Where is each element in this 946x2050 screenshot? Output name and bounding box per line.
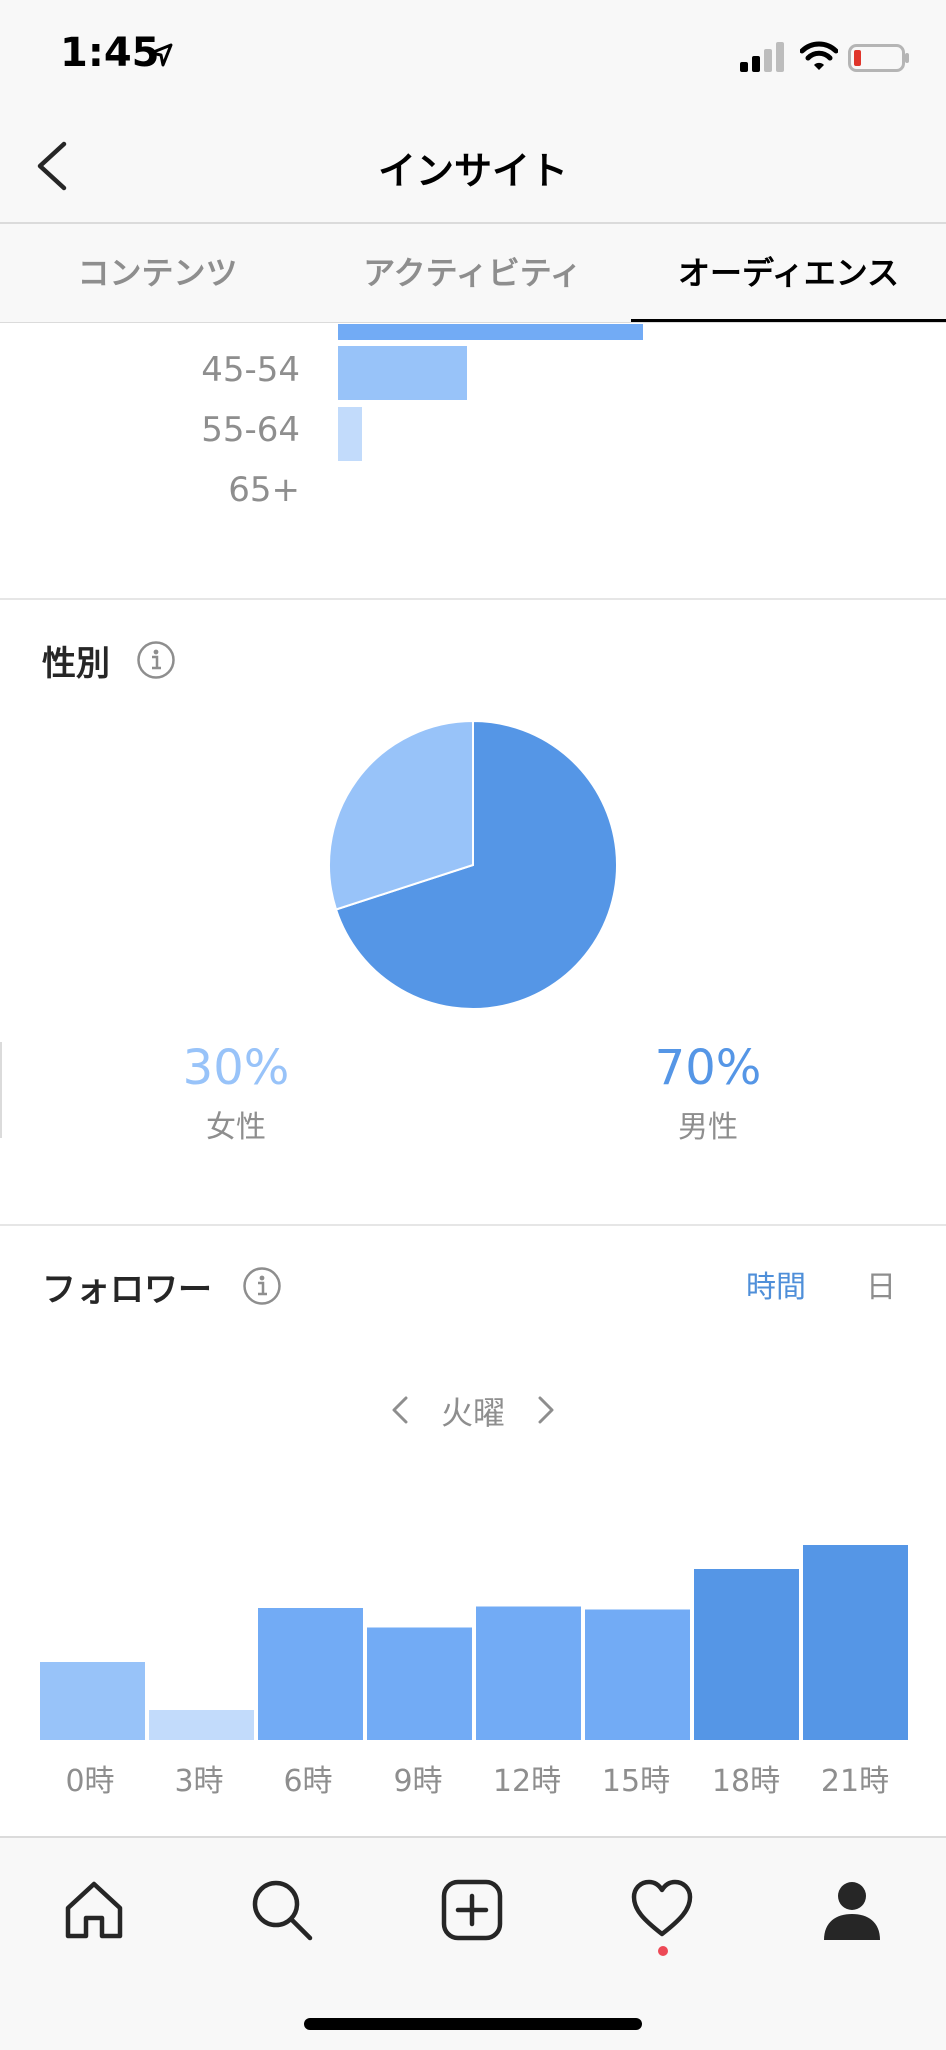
- age-bar-35-44: [338, 324, 643, 340]
- day-selector-label: 火曜: [440, 1394, 505, 1432]
- followers-bar-6時: [258, 1608, 363, 1740]
- followers-bar-15時: [585, 1609, 690, 1740]
- tab-audience[interactable]: オーディエンス: [631, 224, 946, 322]
- toggle-hours[interactable]: 時間: [746, 1262, 806, 1306]
- hour-label: 9時: [393, 1764, 443, 1799]
- gender-pie-chart: [328, 719, 618, 1010]
- followers-bar-0時: [40, 1662, 145, 1740]
- info-circle-icon[interactable]: [136, 640, 176, 680]
- edge-line: [0, 1042, 2, 1138]
- chevron-right-icon[interactable]: [530, 1390, 560, 1430]
- female-percent: 30%: [182, 1040, 290, 1096]
- hour-label: 0時: [65, 1764, 115, 1799]
- followers-bar-chart: [40, 1545, 908, 1740]
- tab-activity[interactable]: アクティビティ: [315, 224, 630, 322]
- bottom-tab-bar: [0, 1836, 946, 2050]
- add-post-icon[interactable]: [440, 1878, 504, 1942]
- followers-bar-21時: [803, 1545, 908, 1740]
- battery-low-icon: [848, 44, 909, 72]
- toggle-days[interactable]: 日: [866, 1262, 896, 1306]
- home-indicator: [304, 2018, 642, 2030]
- page-title: インサイト: [377, 149, 568, 193]
- age-range-svg: [338, 324, 643, 461]
- hour-label: 18時: [711, 1764, 781, 1799]
- age-bar-55-64: [338, 407, 362, 461]
- age-bar-45-54: [338, 346, 467, 400]
- insights-tabs: コンテンツ アクティビティ オーディエンス: [0, 224, 946, 323]
- male-percent: 70%: [654, 1040, 762, 1096]
- nav-header: インサイト: [0, 110, 946, 224]
- wifi-icon: [800, 41, 838, 70]
- male-label: 男性: [678, 1110, 738, 1145]
- hour-label: 6時: [283, 1764, 333, 1799]
- female-label: 女性: [206, 1110, 266, 1145]
- age-range-chart: 45-54 55-64 65+: [0, 324, 946, 598]
- hour-label: 21時: [820, 1764, 890, 1799]
- status-bar: 1:45: [0, 0, 946, 110]
- gender-title: 性別: [42, 644, 110, 684]
- followers-bar-12時: [476, 1606, 581, 1740]
- section-divider: [0, 598, 946, 600]
- profile-icon[interactable]: [820, 1878, 884, 1942]
- followers-bar-3時: [149, 1710, 254, 1740]
- hour-label: 15時: [601, 1764, 671, 1799]
- age-label-45-54: 45-54: [201, 350, 300, 390]
- age-label-65-plus: 65+: [228, 470, 300, 510]
- followers-bar-9時: [367, 1627, 472, 1740]
- cellular-signal-icon: [740, 42, 784, 72]
- activity-notification-dot: [658, 1946, 668, 1956]
- heart-icon[interactable]: [630, 1878, 694, 1938]
- search-icon[interactable]: [250, 1878, 314, 1942]
- section-divider: [0, 1224, 946, 1226]
- status-time: 1:45: [60, 30, 160, 76]
- home-icon[interactable]: [62, 1878, 126, 1942]
- followers-bar-18時: [694, 1569, 799, 1740]
- age-label-55-64: 55-64: [201, 410, 300, 450]
- location-arrow-icon: [149, 43, 173, 67]
- followers-title: フォロワー: [42, 1270, 212, 1310]
- info-circle-icon[interactable]: [242, 1266, 282, 1306]
- hour-label: 12時: [492, 1764, 562, 1799]
- hour-label: 3時: [174, 1764, 224, 1799]
- chevron-left-icon[interactable]: [386, 1390, 416, 1430]
- tab-content[interactable]: コンテンツ: [0, 224, 315, 322]
